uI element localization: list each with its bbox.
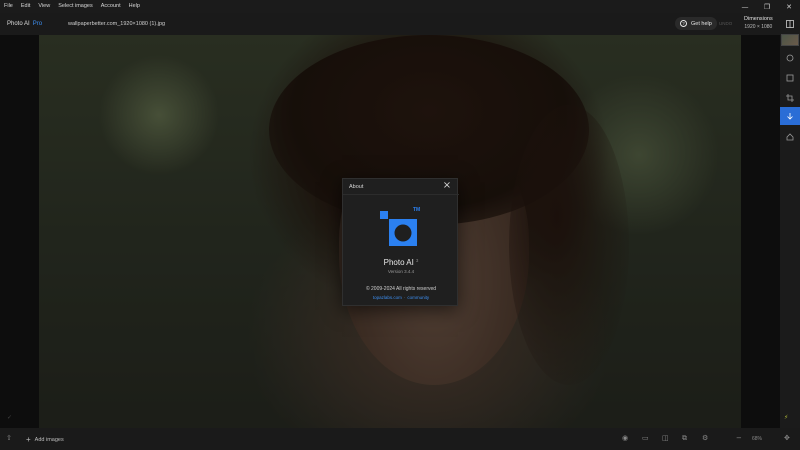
minimize-button[interactable]: — [734,0,756,13]
layers-icon[interactable] [780,49,800,67]
menu-account[interactable]: Account [97,0,125,13]
zoom-level[interactable]: 68% [752,436,762,442]
menu-bar: File Edit View Select images Account Hel… [0,0,800,13]
dialog-app-name: Photo AI 3 [343,258,459,267]
bottom-bar: ⇧ + Add images ◉ ▭ ◫ ⧉ ⚙ − 68% ✥ [0,428,800,450]
crop-icon[interactable] [780,89,800,107]
upload-icon[interactable]: ⇧ [6,434,12,442]
menu-file[interactable]: File [0,0,17,13]
split-view-icon[interactable]: ◫ [662,434,669,442]
check-icon: ✓ [7,414,13,421]
website-link[interactable]: topazlabs.com [373,295,402,300]
get-help-button[interactable]: ? Get help [675,17,717,30]
community-link[interactable]: community [407,295,429,300]
undo-button[interactable]: UNDO [719,21,732,26]
zoom-out-icon[interactable]: − [736,434,742,442]
home-icon[interactable] [780,128,800,146]
plus-icon: + [26,435,31,444]
photo-ai-logo: TM [379,207,421,249]
right-sidebar [780,13,800,450]
side-by-side-icon[interactable]: ⧉ [682,434,687,443]
pan-icon[interactable]: ✥ [784,434,790,442]
bolt-icon: ⚡ [784,414,789,421]
dialog-version: Version 3.4.4 [387,269,415,274]
dialog-title: About [349,184,364,190]
help-icon: ? [680,20,687,27]
menu-edit[interactable]: Edit [17,0,34,13]
image-thumbnail[interactable] [781,34,799,46]
link-separator: · [403,295,406,300]
single-view-icon[interactable]: ▭ [642,434,649,442]
get-help-label: Get help [691,20,712,27]
adjust-icon[interactable] [780,69,800,87]
about-dialog: About × TM Photo AI 3 Version 3.4.4 © 200… [342,178,459,306]
dialog-app-name-text: Photo AI [383,258,414,267]
logo-trademark: TM [413,207,421,213]
restore-button[interactable]: ❐ [756,0,778,13]
add-images-label: Add images [34,436,64,443]
dialog-divider [343,194,459,195]
close-window-button[interactable]: ✕ [778,0,800,13]
header-bar: Photo AI Pro wallpaperbetter.com_1920×10… [0,13,780,35]
dialog-links: topazlabs.com · community [343,295,459,300]
app-tier-badge: Pro [32,21,43,27]
settings-icon[interactable]: ⚙ [702,434,708,442]
menu-select-images[interactable]: Select images [54,0,97,13]
dimensions-panel: Dimensions 1920 × 1080 [744,16,773,30]
eye-icon[interactable]: ◉ [622,434,628,442]
file-name: wallpaperbetter.com_1920×1080 (1).jpg [68,21,166,27]
dimensions-value: 1920 × 1080 [744,24,773,30]
menu-view[interactable]: View [34,0,54,13]
dialog-copyright: © 2009-2024 All rights reserved [365,286,437,292]
window-controls: — ❐ ✕ [734,0,800,13]
down-arrow-icon[interactable] [780,107,800,125]
close-icon[interactable]: × [440,180,454,194]
dialog-app-version-major: 3 [415,258,419,263]
dimensions-title: Dimensions [744,16,773,22]
compare-icon[interactable] [780,15,800,33]
app-name: Photo AI [7,21,30,27]
add-images-button[interactable]: + Add images [26,435,64,444]
menu-help[interactable]: Help [125,0,144,13]
